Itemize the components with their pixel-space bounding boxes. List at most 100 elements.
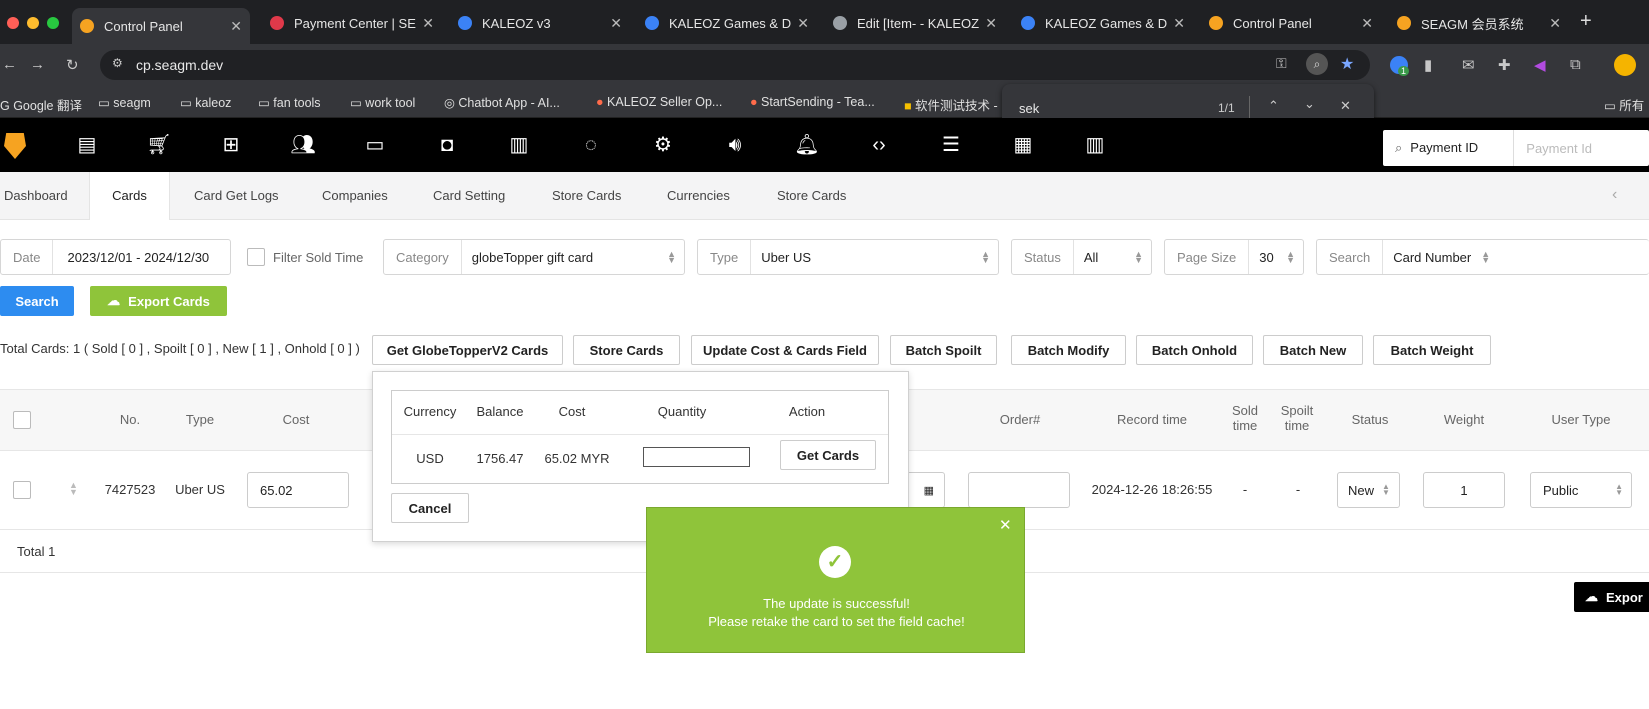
bookmark-seagm[interactable]: ▭ seagm	[98, 95, 151, 110]
profile-avatar[interactable]	[1614, 54, 1636, 76]
key-icon[interactable]: ⚿	[1276, 55, 1287, 72]
reload-icon[interactable]: ↻	[66, 56, 79, 74]
gamepad-icon[interactable]: ◘	[434, 132, 460, 158]
add-file-icon[interactable]: ⊞	[218, 132, 244, 158]
close-tab-icon[interactable]: ✕	[1549, 15, 1561, 32]
browser-tab-kaleoz-games-2[interactable]: KALEOZ Games & Di ✕	[1013, 8, 1193, 38]
users-icon[interactable]: 👥︎	[290, 132, 316, 158]
list-icon[interactable]: ☰	[938, 132, 964, 158]
tab-dashboard[interactable]: Dashboard	[4, 172, 68, 220]
select-all-checkbox[interactable]	[13, 411, 31, 429]
browser-tab-payment[interactable]: Payment Center | SE ✕	[262, 8, 442, 38]
bell-icon[interactable]: 🔔︎	[794, 132, 820, 158]
payment-id-input[interactable]: Payment Id	[1514, 141, 1592, 156]
tab-cards[interactable]: Cards	[89, 172, 170, 220]
extensions-puzzle-icon[interactable]: ⧉	[1570, 56, 1581, 73]
batch-modify-button[interactable]: Batch Modify	[1011, 335, 1126, 365]
batch-spoilt-button[interactable]: Batch Spoilt	[890, 335, 997, 365]
export-cards-button[interactable]: ☁ Export Cards	[90, 286, 227, 316]
find-close-icon[interactable]: ✕	[1340, 98, 1351, 114]
quantity-input[interactable]	[643, 447, 750, 467]
browser-tab-control-panel[interactable]: Control Panel ✕	[72, 8, 250, 44]
type-select[interactable]: Type Uber US ▲ ▼	[697, 239, 999, 275]
find-in-page-icon[interactable]: ⌕	[1306, 53, 1328, 75]
status-select-row[interactable]: New ▲ ▼	[1337, 472, 1400, 508]
search-button[interactable]: Search	[0, 286, 74, 316]
extension-icon[interactable]: 1	[1390, 56, 1410, 76]
bookmark-chatbot[interactable]: ◎ Chatbot App - AI...	[444, 95, 560, 110]
cart-icon[interactable]: 🛒︎	[146, 132, 172, 158]
status-select[interactable]: Status All ▲ ▼	[1011, 239, 1152, 275]
minimize-window-icon[interactable]	[27, 17, 39, 29]
bookmark-google-translate[interactable]: G Google 翻译	[0, 95, 82, 114]
close-tab-icon[interactable]: ✕	[1361, 15, 1373, 32]
mail-extension-icon[interactable]: ✉	[1462, 56, 1475, 74]
bookmark-kaleoz[interactable]: ▭ kaleoz	[180, 95, 231, 110]
browser-tab-seagm[interactable]: SEAGM 会员系统 ✕	[1389, 8, 1569, 38]
filter-sold-time-checkbox[interactable]	[247, 248, 265, 266]
close-tab-icon[interactable]: ✕	[985, 15, 997, 32]
bookmark-all[interactable]: ▭ 所有	[1604, 95, 1644, 114]
forward-icon[interactable]: →	[30, 56, 45, 73]
export-button[interactable]: ☁ Expor	[1574, 582, 1649, 612]
cancel-button[interactable]: Cancel	[391, 493, 469, 523]
browser-tab-control-panel-2[interactable]: Control Panel ✕	[1201, 8, 1381, 38]
search-field-label[interactable]: Payment ID	[1410, 130, 1515, 166]
tab-currencies[interactable]: Currencies	[667, 172, 730, 220]
settings-icon[interactable]: ⚙	[650, 132, 676, 158]
close-tab-icon[interactable]: ✕	[1173, 15, 1185, 32]
order-input[interactable]	[968, 472, 1070, 508]
batch-new-button[interactable]: Batch New	[1263, 335, 1363, 365]
find-next-icon[interactable]: ⌄	[1304, 96, 1315, 112]
credit-card-icon[interactable]: ▭	[362, 132, 388, 158]
code-icon[interactable]: ‹›	[866, 132, 892, 158]
row-checkbox[interactable]	[13, 481, 31, 499]
notes-extension-icon[interactable]: ▮	[1424, 56, 1432, 74]
close-tab-icon[interactable]: ✕	[230, 18, 242, 35]
row-sort-icon[interactable]: ▲ ▼	[69, 481, 78, 497]
batch-weight-button[interactable]: Batch Weight	[1373, 335, 1491, 365]
browser-tab-kaleoz-games[interactable]: KALEOZ Games & Di ✕	[637, 8, 817, 38]
address-bar[interactable]: ⚙ cp.seagm.dev ⚿ ⌕ ★	[100, 50, 1370, 80]
receipt-icon[interactable]: ▦	[1010, 132, 1036, 158]
bookmark-star-icon[interactable]: ★	[1340, 54, 1354, 74]
close-window-icon[interactable]	[7, 17, 19, 29]
new-tab-icon[interactable]: +	[1580, 10, 1592, 33]
date-filter[interactable]: Date 2023/12/01 - 2024/12/30	[0, 239, 231, 275]
barcode-icon[interactable]: ▥	[1082, 132, 1108, 158]
bookmark-startsending[interactable]: ● StartSending - Tea...	[750, 95, 875, 109]
batch-onhold-button[interactable]: Batch Onhold	[1136, 335, 1253, 365]
bar-chart-icon[interactable]: ▥	[506, 132, 532, 158]
find-prev-icon[interactable]: ⌃	[1268, 98, 1279, 114]
tab-store-cards[interactable]: Store Cards	[552, 172, 621, 220]
get-globetopper-cards-button[interactable]: Get GlobeTopperV2 Cards	[372, 335, 563, 365]
tab-card-get-logs[interactable]: Card Get Logs	[194, 172, 279, 220]
close-tab-icon[interactable]: ✕	[422, 15, 434, 32]
user-type-select[interactable]: Public ▲ ▼	[1530, 472, 1632, 508]
browser-tab-kaleoz[interactable]: KALEOZ v3 ✕	[450, 8, 630, 38]
tab-companies[interactable]: Companies	[322, 172, 388, 220]
store-cards-button[interactable]: Store Cards	[573, 335, 680, 365]
back-icon[interactable]: ←	[2, 56, 17, 73]
vs-extension-icon[interactable]: ◀	[1534, 56, 1546, 74]
maximize-window-icon[interactable]	[47, 17, 59, 29]
tab-card-setting[interactable]: Card Setting	[433, 172, 505, 220]
tab-store-cards-2[interactable]: Store Cards	[777, 172, 846, 220]
bookmark-test-tech[interactable]: ■ 软件测试技术 -	[904, 95, 998, 114]
toast-close-icon[interactable]: ✕	[999, 516, 1012, 534]
find-input[interactable]: sek	[1019, 101, 1039, 116]
browser-tab-edit-item[interactable]: Edit [Item- - KALEOZ ✕	[825, 8, 1005, 38]
refresh-circle-icon[interactable]: ◌	[578, 132, 604, 158]
weight-input[interactable]: 1	[1423, 472, 1505, 508]
close-tab-icon[interactable]: ✕	[797, 15, 809, 32]
bookmark-work-tool[interactable]: ▭ work tool	[350, 95, 415, 110]
volume-icon[interactable]: 🔊︎	[722, 132, 748, 158]
collapse-chevron-icon[interactable]: ‹	[1612, 186, 1617, 204]
bookmark-kaleoz-seller[interactable]: ● KALEOZ Seller Op...	[596, 95, 722, 109]
site-info-icon[interactable]: ⚙	[112, 56, 123, 70]
cost-input[interactable]: 65.02	[247, 472, 349, 508]
get-cards-button[interactable]: Get Cards	[780, 440, 876, 470]
page-size-select[interactable]: Page Size 30 ▲ ▼	[1164, 239, 1304, 275]
game-extension-icon[interactable]: ✚	[1498, 56, 1511, 74]
bookmark-fan-tools[interactable]: ▭ fan tools	[258, 95, 321, 110]
